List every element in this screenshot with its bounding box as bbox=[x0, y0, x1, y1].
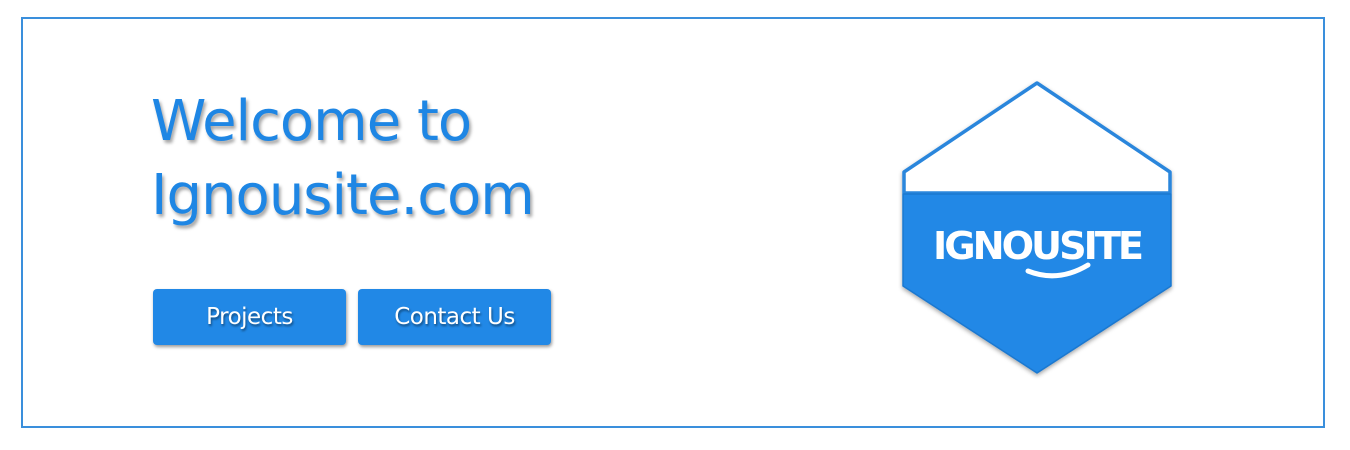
ignousite-logo: IGNOUSITE bbox=[898, 77, 1178, 383]
logo-wordmark: IGNOUSITE bbox=[933, 224, 1142, 268]
title-line-2: Ignousite.com bbox=[151, 163, 535, 228]
title-line-1: Welcome to bbox=[151, 89, 472, 154]
hero-banner: Welcome to Ignousite.com Projects Contac… bbox=[21, 17, 1325, 428]
page-title: Welcome to Ignousite.com bbox=[151, 85, 535, 233]
contact-us-button[interactable]: Contact Us bbox=[358, 289, 551, 345]
projects-button[interactable]: Projects bbox=[153, 289, 346, 345]
